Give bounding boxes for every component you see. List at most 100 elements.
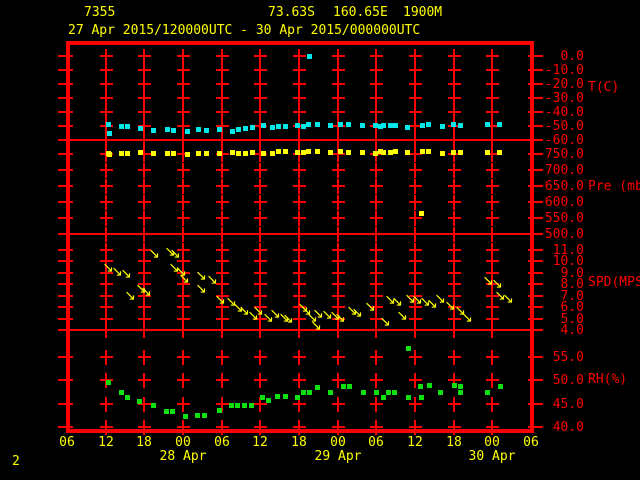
temperature-point xyxy=(270,125,275,130)
pressure-point xyxy=(230,150,235,155)
grid-plus-mark xyxy=(138,211,151,226)
relative_humidity-point xyxy=(307,390,312,395)
grid-plus-mark xyxy=(177,63,190,78)
relative_humidity-point xyxy=(137,399,142,404)
relative_humidity-point xyxy=(217,408,222,413)
temperature-point xyxy=(315,122,320,127)
axis-tick-left xyxy=(58,217,73,219)
axis-tick-left xyxy=(58,233,73,235)
temperature-point xyxy=(107,131,112,136)
grid-plus-mark xyxy=(486,350,499,365)
grid-plus-mark xyxy=(409,77,422,92)
grid-plus-mark xyxy=(448,420,461,435)
grid-plus-mark xyxy=(254,195,267,210)
y-axis-tick-label: 700.0 xyxy=(544,163,584,178)
x-axis-hour-label: 18 xyxy=(291,435,307,450)
grid-plus-mark xyxy=(138,77,151,92)
grid-plus-mark xyxy=(293,133,306,148)
axis-tick-left xyxy=(58,69,73,71)
relative_humidity-point xyxy=(485,390,490,395)
temperature-point xyxy=(283,124,288,129)
grid-plus-mark xyxy=(216,227,229,242)
panel-unit-label: T(C) xyxy=(588,80,620,95)
grid-plus-mark xyxy=(486,105,499,120)
temperature-point xyxy=(451,122,456,127)
grid-plus-mark xyxy=(216,105,229,120)
grid-plus-mark xyxy=(332,195,345,210)
axis-tick-left xyxy=(58,201,73,203)
grid-plus-mark xyxy=(177,211,190,226)
axis-tick-left xyxy=(58,139,73,141)
wind-arrow-icon: ↘ xyxy=(206,272,218,288)
relative_humidity-point xyxy=(458,390,463,395)
grid-plus-mark xyxy=(370,77,383,92)
pressure-point xyxy=(338,149,343,154)
temperature-point xyxy=(485,122,490,127)
axis-tick-left xyxy=(58,260,73,262)
relative_humidity-point xyxy=(151,403,156,408)
grid-plus-mark xyxy=(177,397,190,412)
grid-plus-mark xyxy=(293,105,306,120)
axis-tick-left xyxy=(58,169,73,171)
pressure-point xyxy=(458,150,463,155)
temperature-point xyxy=(497,122,502,127)
grid-plus-mark xyxy=(448,350,461,365)
x-axis-hour-label: 18 xyxy=(446,435,462,450)
pressure-point xyxy=(346,150,351,155)
x-axis-hour-label: 12 xyxy=(98,435,114,450)
grid-plus-mark xyxy=(332,163,345,178)
grid-plus-mark xyxy=(216,49,229,64)
grid-plus-mark xyxy=(486,211,499,226)
y-axis-tick-label: 45.0 xyxy=(552,397,584,412)
grid-plus-mark xyxy=(293,373,306,388)
y-axis-tick-label: 55.0 xyxy=(552,350,584,365)
y-axis-tick-label: -30.0 xyxy=(544,91,584,106)
grid-plus-mark xyxy=(177,133,190,148)
grid-plus-mark xyxy=(254,91,267,106)
plot-area: 0.0 -10.0 -20.0 -30.0 -40.0 -50.0 -60.0 T(C) 750… xyxy=(0,0,640,480)
grid-plus-mark xyxy=(370,350,383,365)
grid-plus-mark xyxy=(332,420,345,435)
relative_humidity-point xyxy=(381,395,386,400)
grid-plus-mark xyxy=(293,163,306,178)
grid-plus-mark xyxy=(409,91,422,106)
y-axis-tick-label: 50.0 xyxy=(552,373,584,388)
temperature-point xyxy=(196,127,201,132)
wind-arrow-icon: ↘ xyxy=(148,246,160,262)
temperature-point xyxy=(405,125,410,130)
temperature-point xyxy=(306,122,311,127)
grid-plus-mark xyxy=(100,227,113,242)
temperature-point xyxy=(171,128,176,133)
temperature-point xyxy=(165,127,170,132)
relative_humidity-point xyxy=(283,394,288,399)
wind-arrow-icon: ↘ xyxy=(120,266,132,282)
wind-arrow-icon: ↘ xyxy=(461,310,473,326)
grid-plus-mark xyxy=(177,77,190,92)
grid-plus-mark xyxy=(370,63,383,78)
grid-plus-mark xyxy=(332,350,345,365)
pressure-point xyxy=(250,150,255,155)
temperature-point xyxy=(338,122,343,127)
relative_humidity-point xyxy=(341,384,346,389)
pressure-point xyxy=(306,149,311,154)
grid-plus-mark xyxy=(138,163,151,178)
grid-plus-mark xyxy=(409,63,422,78)
grid-plus-mark xyxy=(177,373,190,388)
relative_humidity-point xyxy=(235,403,240,408)
grid-plus-mark xyxy=(448,91,461,106)
grid-plus-mark xyxy=(138,63,151,78)
grid-plus-mark xyxy=(216,373,229,388)
grid-plus-mark xyxy=(370,227,383,242)
grid-plus-mark xyxy=(138,105,151,120)
x-axis-date-label: 29 Apr xyxy=(314,449,362,464)
relative_humidity-point xyxy=(275,394,280,399)
temperature-point xyxy=(307,54,312,59)
temperature-point xyxy=(328,123,333,128)
grid-plus-mark xyxy=(216,323,229,338)
grid-plus-mark xyxy=(486,179,499,194)
page-number: 2 xyxy=(12,454,20,469)
grid-plus-mark xyxy=(332,133,345,148)
grid-plus-mark xyxy=(409,195,422,210)
wind-arrow-icon: ↘ xyxy=(178,271,190,287)
grid-plus-mark xyxy=(448,195,461,210)
